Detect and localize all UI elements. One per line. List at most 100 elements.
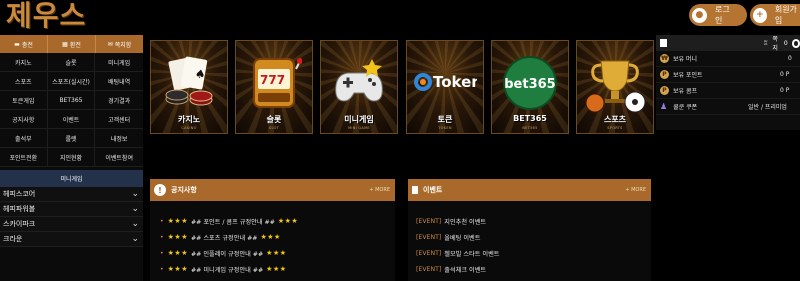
signup-label: 회원가입 xyxy=(774,5,797,25)
menu-event[interactable]: 이벤트 xyxy=(47,110,96,129)
tab-messages[interactable]: ✉ 쪽지함 xyxy=(96,35,143,53)
tab-deposit[interactable]: ▬ 충전 xyxy=(0,35,48,53)
message-count[interactable]: ♖ 쪽지 0 xyxy=(763,34,788,52)
menu-support[interactable]: 고객센터 xyxy=(95,110,143,129)
list-item[interactable]: • ★★★ ## 인플레이 규정안내 ## ★★★ xyxy=(150,245,395,261)
menu-sports-live[interactable]: 스포츠(실시간) xyxy=(47,72,96,91)
event-tag: [EVENT] xyxy=(416,265,442,273)
stars-icon: ★★★ xyxy=(266,265,287,273)
notice-item-text: ## 인플레이 규정안내 ## xyxy=(190,250,264,258)
sidebar-tabs: ▬ 충전 ▦ 환전 ✉ 쪽지함 xyxy=(0,35,143,53)
game-card-token[interactable]: Token 토큰 TOKEN xyxy=(406,40,484,134)
tab-messages-label: 쪽지함 xyxy=(114,41,132,49)
stars-icon: ★★★ xyxy=(277,217,299,225)
game-card-title: 토큰 xyxy=(437,115,453,124)
stars-icon: ★★★ xyxy=(167,233,188,241)
accordion-item[interactable]: 헤피파워볼 ⌄ xyxy=(0,202,143,217)
minigame-section-header[interactable]: 미니게임 xyxy=(0,170,143,187)
game-card-sports[interactable]: 스포츠 SPORTS xyxy=(576,40,654,134)
notice-panel: ! 공지사항 + MORE • ★★★ ## 포인트 / 콤프 규정안내 ## … xyxy=(150,179,395,281)
game-card-casino[interactable]: ♠ 카지노 CASINO xyxy=(150,40,228,134)
token-logo-text: Token xyxy=(433,73,477,91)
notice-more-link[interactable]: + MORE xyxy=(369,187,390,193)
menu-roulette[interactable]: 룰렛 xyxy=(47,129,96,148)
list-item[interactable]: • ★★★ ## 미니게임 규정안내 ## ★★★ xyxy=(150,261,395,277)
user-info-panel: ♖ 쪽지 0 ₩ 보유 머니 0 P 보유 포인트 0 P P 보유 콤프 0 … xyxy=(656,35,800,130)
plus-icon: + xyxy=(753,7,767,23)
won-coin-icon: ₩ xyxy=(660,54,669,63)
list-item[interactable]: [EVENT] 지인추천 이벤트 xyxy=(408,213,651,229)
menu-casino[interactable]: 카지노 xyxy=(0,53,48,72)
event-tag: [EVENT] xyxy=(416,249,442,257)
user-point-label: 보유 포인트 xyxy=(673,72,703,79)
event-more-link[interactable]: + MORE xyxy=(625,187,646,193)
user-comp-label: 보유 콤프 xyxy=(673,88,697,95)
menu-event-join[interactable]: 이벤트참여 xyxy=(95,148,143,167)
notice-item-text: ## 포인트 / 콤프 규정안내 ## xyxy=(190,218,275,226)
settings-icon[interactable] xyxy=(791,38,800,48)
game-card-minigame[interactable]: 미니게임 MINI GAME xyxy=(320,40,398,134)
menu-referral[interactable]: 지인현황 xyxy=(47,148,96,167)
game-card-bet365[interactable]: bet365 BET365 BET365 xyxy=(491,40,569,134)
accordion-label: 헤피파워볼 xyxy=(3,205,36,213)
game-card-subtitle: TOKEN xyxy=(438,126,452,130)
list-item[interactable]: [EVENT] 첼모빌 스타트 이벤트 xyxy=(408,245,651,261)
event-item-text: 지인추천 이벤트 xyxy=(444,218,487,226)
menu-bet-history[interactable]: 배팅내역 xyxy=(95,72,143,91)
stars-icon: ★★★ xyxy=(266,249,287,257)
notice-item-text: ## 미니게임 규정안내 ## xyxy=(190,266,264,274)
event-list: [EVENT] 지인추천 이벤트 [EVENT] 올베팅 이벤트 [EVENT]… xyxy=(408,201,651,277)
list-item[interactable]: • ★★★ ## 스포츠 규정안내 ## ★★★ xyxy=(150,229,395,245)
menu-notice[interactable]: 공지사항 xyxy=(0,110,48,129)
menu-slot[interactable]: 슬롯 xyxy=(47,53,96,72)
login-button[interactable]: ● 로그인 xyxy=(689,4,747,26)
bullet-icon: • xyxy=(160,233,164,241)
slot-machine-icon: 777 xyxy=(253,58,302,108)
menu-point-exchange[interactable]: 포인트전환 xyxy=(0,148,48,167)
game-cards: ♠ 카지노 CASINO 777 슬롯 SLOT 미니게임 MINI GAME … xyxy=(150,40,654,134)
user-coupon-row: ♟ 쿨쿤 쿠폰 일반 / 프리미엄 xyxy=(656,99,800,115)
menu-my-info[interactable]: 내정보 xyxy=(95,129,143,148)
user-point-row: P 보유 포인트 0 P xyxy=(656,67,800,83)
event-marker-icon xyxy=(412,186,418,194)
list-item[interactable]: • ★★★ ## 포인트 / 콤프 규정안내 ## ★★★ xyxy=(150,213,395,229)
menu-results[interactable]: 경기결과 xyxy=(95,91,143,110)
signup-button[interactable]: + 회원가입 xyxy=(750,4,800,26)
accordion-item[interactable]: 크라운 ⌄ xyxy=(0,232,143,247)
accordion-item[interactable]: 스카이파크 ⌄ xyxy=(0,217,143,232)
user-coupon-value: 일반 / 프리미엄 xyxy=(748,104,787,111)
bell-icon: ♖ xyxy=(762,39,769,47)
menu-token-game[interactable]: 토큰게임 xyxy=(0,91,48,110)
game-card-title: 미니게임 xyxy=(344,115,374,124)
svg-text:777: 777 xyxy=(260,73,285,87)
menu-bet365[interactable]: BET365 xyxy=(47,91,96,110)
notice-item-text: ## 스포츠 규정안내 ## xyxy=(190,234,258,242)
accordion-label: 스카이파크 xyxy=(3,220,36,228)
user-panel-header: ♖ 쪽지 0 xyxy=(656,34,800,52)
sidebar-menu-grid: 카지노 슬롯 미니게임 스포츠 스포츠(실시간) 배팅내역 토큰게임 BET36… xyxy=(0,53,143,167)
menu-sports[interactable]: 스포츠 xyxy=(0,72,48,91)
menu-minigame[interactable]: 미니게임 xyxy=(95,53,143,72)
game-card-subtitle: SLOT xyxy=(268,126,280,130)
chevron-down-icon: ⌄ xyxy=(131,219,139,229)
stars-icon: ★★★ xyxy=(167,265,188,273)
user-comp-value: 0 P xyxy=(780,87,790,94)
game-card-subtitle: SPORTS xyxy=(607,126,623,130)
game-card-title: BET365 xyxy=(513,114,547,123)
menu-attendance[interactable]: 출석부 xyxy=(0,129,48,148)
gamepad-icon xyxy=(335,59,383,102)
tab-withdraw[interactable]: ▦ 환전 xyxy=(48,35,96,53)
list-item[interactable]: [EVENT] 출석체크 이벤트 xyxy=(408,261,651,277)
login-label: 로그인 xyxy=(714,5,730,25)
game-card-slot[interactable]: 777 슬롯 SLOT xyxy=(235,40,313,134)
event-tag: [EVENT] xyxy=(416,217,442,225)
left-sidebar: ▬ 충전 ▦ 환전 ✉ 쪽지함 카지노 슬롯 미니게임 스포츠 스포츠(실시간)… xyxy=(0,35,143,281)
notice-list: • ★★★ ## 포인트 / 콤프 규정안내 ## ★★★ • ★★★ ## 스… xyxy=(150,201,395,277)
game-card-title: 카지노 xyxy=(177,115,201,124)
list-item[interactable]: [EVENT] 올베팅 이벤트 xyxy=(408,229,651,245)
user-avatar-icon xyxy=(660,39,667,47)
user-money-value: 0 xyxy=(788,55,792,62)
event-header: 이벤트 + MORE xyxy=(408,179,651,201)
site-logo[interactable]: 제우스 xyxy=(6,0,86,32)
accordion-item[interactable]: 헤피스코어 ⌄ xyxy=(0,187,143,202)
